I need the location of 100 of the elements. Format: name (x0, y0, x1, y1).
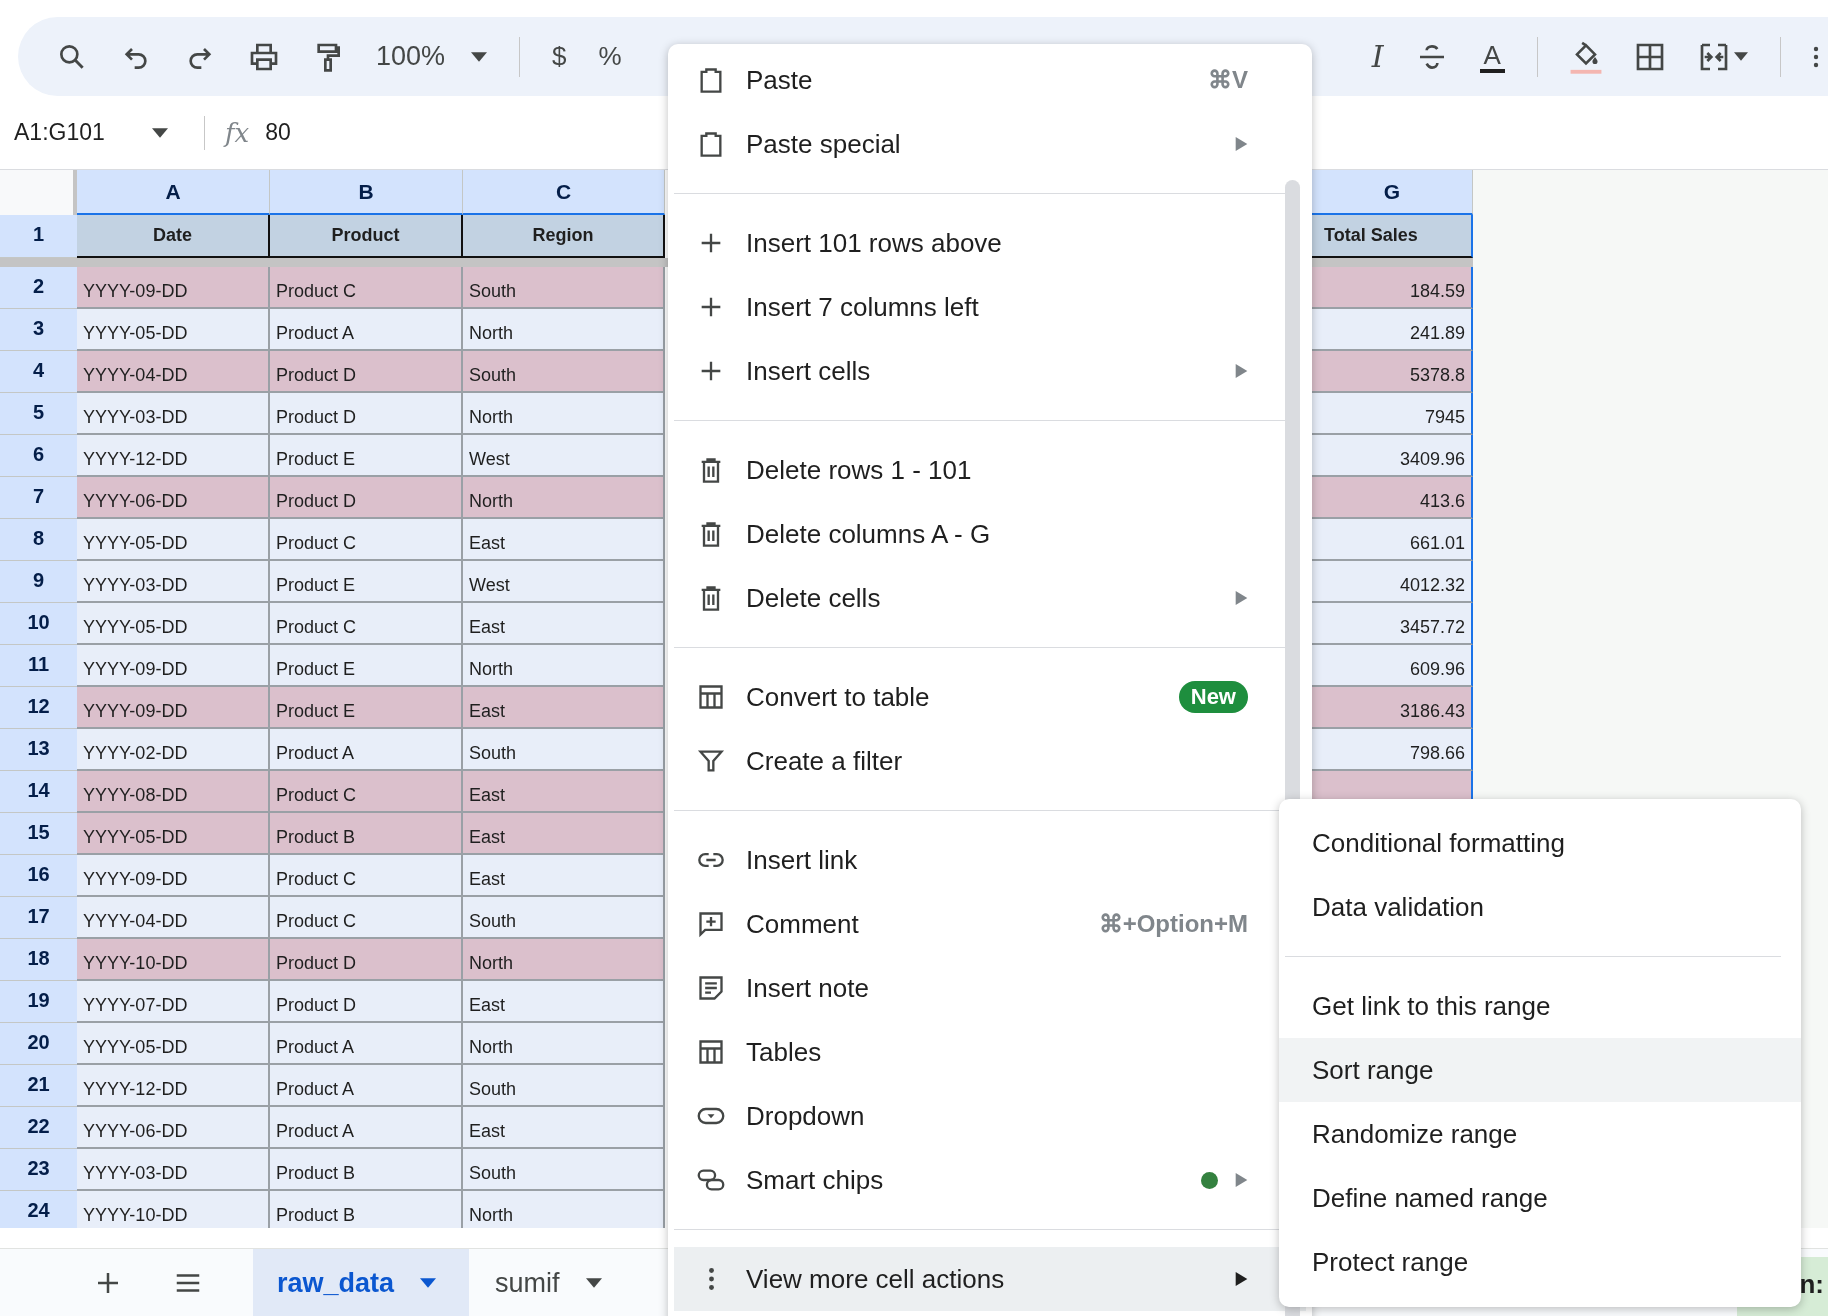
percent-format-button[interactable]: % (598, 41, 622, 72)
table-cell: 3457.72 (1312, 603, 1473, 645)
row-header[interactable]: 3 (0, 309, 77, 351)
menu-item[interactable]: Paste special (668, 112, 1312, 176)
row-header[interactable]: 22 (0, 1107, 77, 1149)
table-cell: North (463, 393, 665, 435)
row-header[interactable]: 5 (0, 393, 77, 435)
menu-item[interactable]: Create a filter (668, 729, 1312, 793)
row-header[interactable]: 23 (0, 1149, 77, 1191)
row-header[interactable]: 20 (0, 1023, 77, 1065)
table-cell: YYYY-12-DD (77, 1065, 270, 1107)
menu-item[interactable]: Randomize range (1279, 1102, 1801, 1166)
table-cell: Product D (270, 477, 463, 519)
submenu-arrow-icon (1235, 1173, 1248, 1187)
table-cell: YYYY-05-DD (77, 309, 270, 351)
menu-item[interactable]: Convert to table New (668, 665, 1312, 729)
table-cell: East (463, 687, 665, 729)
table-cell: 241.89 (1312, 309, 1473, 351)
row-header[interactable]: 6 (0, 435, 77, 477)
table-cell: YYYY-05-DD (77, 813, 270, 855)
zoom-select[interactable]: 100% (376, 41, 488, 72)
text-color-button[interactable]: A (1479, 40, 1505, 73)
header-cell: Date (77, 215, 270, 258)
new-badge: New (1178, 681, 1248, 713)
table-cell: Product C (270, 897, 463, 939)
menu-item[interactable]: Sort range (1279, 1038, 1801, 1102)
formula-input[interactable]: 80 (265, 119, 291, 146)
table-cell: Product A (270, 729, 463, 771)
menu-item[interactable]: Get link to this range (1279, 974, 1801, 1038)
caret-icon[interactable] (1733, 52, 1748, 61)
menu-item[interactable]: Insert 7 columns left (668, 275, 1312, 339)
menu-item[interactable]: Data validation (1279, 875, 1801, 939)
menu-item[interactable]: Insert 101 rows above (668, 211, 1312, 275)
row-header[interactable]: 1 (0, 215, 77, 258)
menu-item[interactable]: Insert cells (668, 339, 1312, 403)
column-header[interactable]: A (77, 170, 270, 215)
row-header[interactable]: 14 (0, 771, 77, 813)
table-cell: South (463, 351, 665, 393)
italic-button[interactable]: I (1371, 39, 1384, 74)
table-cell: Product C (270, 855, 463, 897)
caret-icon[interactable] (152, 127, 168, 138)
row-header[interactable]: 10 (0, 603, 77, 645)
table-cell: Product D (270, 393, 463, 435)
caret-icon (471, 51, 488, 62)
row-header[interactable]: 17 (0, 897, 77, 939)
row-header[interactable]: 21 (0, 1065, 77, 1107)
column-header[interactable]: G (1312, 170, 1473, 215)
menu-item[interactable]: Define named range (1279, 1166, 1801, 1230)
menu-item[interactable]: Delete cells (668, 566, 1312, 630)
table-cell: West (463, 561, 665, 603)
menu-item[interactable]: Delete columns A - G (668, 502, 1312, 566)
row-header[interactable]: 9 (0, 561, 77, 603)
table-cell: East (463, 981, 665, 1023)
table-cell: YYYY-05-DD (77, 1023, 270, 1065)
more-icon[interactable] (1812, 44, 1819, 69)
table-cell: Product A (270, 1065, 463, 1107)
row-header[interactable]: 18 (0, 939, 77, 981)
menu-item[interactable]: Paste ⌘V (668, 48, 1312, 112)
table-icon (697, 683, 725, 711)
menu-item[interactable]: Conditional formatting (1279, 811, 1801, 875)
menu-item[interactable]: View more cell actions (674, 1247, 1306, 1311)
table-cell: YYYY-12-DD (77, 435, 270, 477)
row-header[interactable]: 2 (0, 267, 77, 309)
row-header[interactable]: 16 (0, 855, 77, 897)
menu-item[interactable]: Delete rows 1 - 101 (668, 438, 1312, 502)
table-cell: YYYY-09-DD (77, 855, 270, 897)
row-header[interactable]: 15 (0, 813, 77, 855)
currency-format-button[interactable]: $ (552, 41, 567, 72)
table-cell: Product D (270, 351, 463, 393)
table-cell: YYYY-04-DD (77, 351, 270, 393)
table-cell: 4012.32 (1312, 561, 1473, 603)
table-cell: East (463, 603, 665, 645)
row-header[interactable]: 19 (0, 981, 77, 1023)
table-cell: YYYY-02-DD (77, 729, 270, 771)
table-cell: YYYY-05-DD (77, 519, 270, 561)
table-cell: Product B (270, 1191, 463, 1228)
submenu-arrow-icon (1235, 137, 1248, 151)
table-cell: YYYY-03-DD (77, 1149, 270, 1191)
sheet-tab[interactable]: raw_data (253, 1249, 469, 1316)
sheet-tab[interactable]: sumif (469, 1249, 628, 1316)
column-header[interactable]: C (463, 170, 665, 215)
name-box[interactable]: A1:G101 (14, 119, 152, 146)
table-cell: YYYY-04-DD (77, 897, 270, 939)
table-cell: 798.66 (1312, 729, 1473, 771)
row-header[interactable]: 24 (0, 1191, 77, 1228)
row-header[interactable]: 8 (0, 519, 77, 561)
table-cell: Product E (270, 435, 463, 477)
row-header[interactable]: 7 (0, 477, 77, 519)
table-cell: Product A (270, 309, 463, 351)
row-header[interactable]: 4 (0, 351, 77, 393)
row-header[interactable]: 12 (0, 687, 77, 729)
table-cell: Product B (270, 1149, 463, 1191)
table-cell: Product E (270, 645, 463, 687)
table-cell: North (463, 1191, 665, 1228)
row-header[interactable]: 13 (0, 729, 77, 771)
table-cell: YYYY-06-DD (77, 1107, 270, 1149)
row-header[interactable]: 11 (0, 645, 77, 687)
column-header[interactable]: B (270, 170, 463, 215)
table-cell: Product C (270, 771, 463, 813)
corner-cell[interactable] (0, 170, 77, 215)
